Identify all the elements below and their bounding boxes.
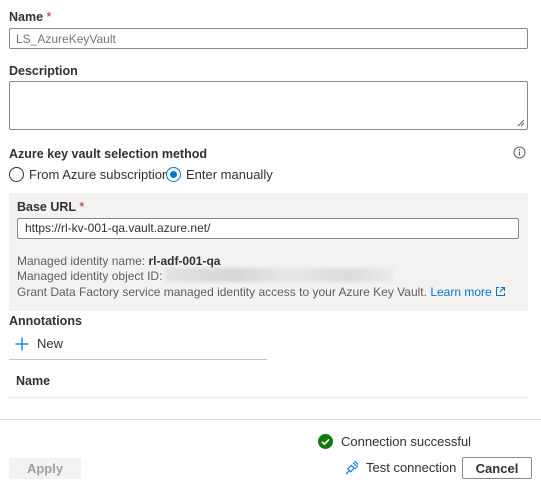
grant-text: Grant Data Factory service managed ident… [17, 285, 427, 299]
radio-from-subscription[interactable]: From Azure subscription [9, 167, 169, 182]
required-marker: * [46, 10, 52, 24]
managed-identity-name: Managed identity name: rl-adf-001-qa [17, 254, 220, 268]
base-url-label: Base URL * [17, 200, 84, 214]
radio-label: Enter manually [186, 167, 273, 182]
radio-enter-manually[interactable]: Enter manually [166, 167, 273, 182]
required-marker: * [79, 200, 85, 214]
managed-identity-object-id-label: Managed identity object ID: [17, 269, 163, 283]
success-check-icon [318, 434, 333, 449]
cancel-button[interactable]: Cancel [462, 457, 532, 479]
test-connection-button[interactable]: Test connection [345, 460, 456, 475]
base-url-label-text: Base URL [17, 200, 76, 214]
name-label: Name * [9, 10, 51, 24]
object-id-redacted [165, 268, 393, 282]
plug-connection-icon [345, 460, 359, 475]
divider [9, 359, 267, 360]
footer-divider [0, 419, 541, 420]
radio-label: From Azure subscription [29, 167, 170, 182]
apply-button[interactable]: Apply [9, 458, 81, 479]
radio-circle-selected[interactable] [166, 167, 181, 182]
name-input[interactable] [9, 28, 528, 49]
selection-method-label: Azure key vault selection method [9, 147, 207, 161]
name-label-text: Name [9, 10, 44, 24]
new-label: New [37, 336, 64, 351]
status-text: Connection successful [341, 434, 472, 449]
external-link-icon[interactable] [495, 286, 506, 297]
annotations-label: Annotations [9, 314, 82, 328]
info-icon[interactable] [513, 146, 526, 159]
learn-more-link[interactable]: Learn more [430, 285, 491, 299]
add-icon [15, 337, 29, 350]
connection-status: Connection successful [318, 434, 471, 449]
managed-identity-name-label: Managed identity name: [17, 254, 146, 268]
grant-access-text: Grant Data Factory service managed ident… [17, 285, 506, 299]
annotations-name-column-header: Name [16, 374, 51, 388]
radio-circle[interactable] [9, 167, 24, 182]
new-annotation-button[interactable]: New [15, 336, 63, 351]
resize-handle-icon[interactable] [517, 119, 525, 127]
test-connection-label: Test connection [366, 460, 457, 475]
managed-identity-name-value: rl-adf-001-qa [148, 254, 221, 268]
base-url-input[interactable]: https://rl-kv-001-qa.vault.azure.net/ [17, 218, 519, 239]
divider [9, 397, 528, 398]
description-textarea[interactable] [9, 81, 528, 130]
description-label: Description [9, 64, 78, 78]
